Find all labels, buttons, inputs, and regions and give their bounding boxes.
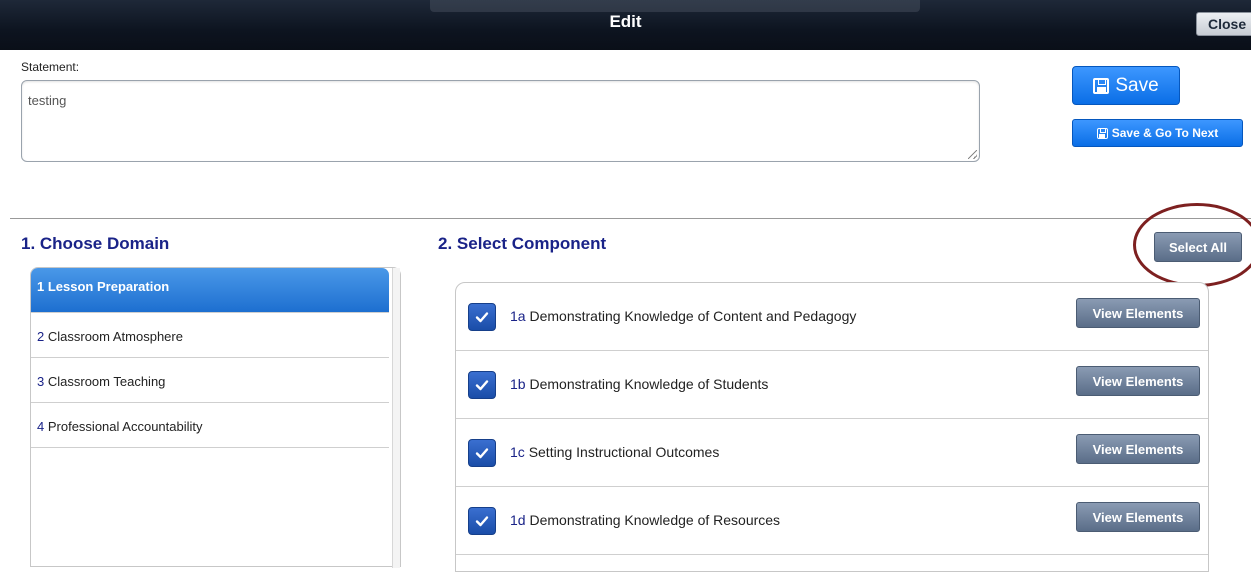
- close-button[interactable]: Close: [1196, 12, 1251, 36]
- domain-item-label: Professional Accountability: [47, 419, 203, 434]
- domain-item-classroom-atmosphere[interactable]: 2 Classroom Atmosphere: [31, 313, 389, 358]
- domain-item-label: Lesson Preparation: [47, 279, 170, 294]
- resize-grip-icon[interactable]: [968, 150, 977, 159]
- component-row-1a: 1a Demonstrating Knowledge of Content an…: [456, 283, 1208, 351]
- domain-list-scrollbar[interactable]: [392, 268, 400, 568]
- component-label[interactable]: 1d Demonstrating Knowledge of Resources: [510, 512, 780, 528]
- select-all-button[interactable]: Select All: [1154, 232, 1242, 262]
- statement-label: Statement:: [21, 60, 80, 74]
- domain-item-label: Classroom Atmosphere: [47, 329, 183, 344]
- component-list: 1a Demonstrating Knowledge of Content an…: [455, 282, 1209, 572]
- checkmark-icon: [475, 312, 489, 323]
- domain-list: 1 Lesson Preparation 2 Classroom Atmosph…: [30, 267, 401, 568]
- component-code: 1a: [510, 308, 526, 324]
- component-checkbox[interactable]: [468, 507, 496, 535]
- component-title: Demonstrating Knowledge of Students: [529, 376, 769, 392]
- component-label[interactable]: 1b Demonstrating Knowledge of Students: [510, 376, 768, 392]
- component-code: 1d: [510, 512, 526, 528]
- component-row-1d: 1d Demonstrating Knowledge of Resources …: [456, 487, 1208, 555]
- component-checkbox[interactable]: [468, 371, 496, 399]
- save-button-label: Save: [1115, 74, 1159, 96]
- component-row-1b: 1b Demonstrating Knowledge of Students V…: [456, 351, 1208, 419]
- component-title: Demonstrating Knowledge of Resources: [529, 512, 781, 528]
- section-divider: [10, 218, 1251, 219]
- statement-textarea[interactable]: testing: [21, 80, 980, 162]
- component-code: 1c: [510, 444, 525, 460]
- view-elements-button[interactable]: View Elements: [1076, 298, 1200, 328]
- view-elements-button[interactable]: View Elements: [1076, 366, 1200, 396]
- component-code: 1b: [510, 376, 526, 392]
- save-next-button-label: Save & Go To Next: [1111, 126, 1219, 140]
- component-row-1c: 1c Setting Instructional Outcomes View E…: [456, 419, 1208, 487]
- domain-item-classroom-teaching[interactable]: 3 Classroom Teaching: [31, 358, 389, 403]
- save-button[interactable]: Save: [1072, 66, 1180, 105]
- statement-value: testing: [28, 93, 67, 108]
- checkmark-icon: [475, 448, 489, 459]
- component-title: Demonstrating Knowledge of Content and P…: [529, 308, 857, 324]
- component-label[interactable]: 1c Setting Instructional Outcomes: [510, 444, 719, 460]
- choose-domain-heading: 1. Choose Domain: [21, 234, 170, 253]
- component-label[interactable]: 1a Demonstrating Knowledge of Content an…: [510, 308, 856, 324]
- save-and-go-to-next-button[interactable]: Save & Go To Next: [1072, 119, 1243, 147]
- component-title: Setting Instructional Outcomes: [528, 444, 720, 460]
- view-elements-button[interactable]: View Elements: [1076, 502, 1200, 532]
- dialog-title: Edit: [609, 12, 642, 31]
- component-checkbox[interactable]: [468, 303, 496, 331]
- domain-item-number: 3: [37, 374, 45, 389]
- domain-item-label: Classroom Teaching: [47, 374, 166, 389]
- view-elements-button[interactable]: View Elements: [1076, 434, 1200, 464]
- component-checkbox[interactable]: [468, 439, 496, 467]
- select-component-heading: 2. Select Component: [438, 234, 607, 253]
- domain-item-number: 1: [37, 279, 45, 294]
- checkmark-icon: [475, 380, 489, 391]
- titlebar-background-ghost: [430, 0, 920, 12]
- domain-item-number: 4: [37, 419, 45, 434]
- domain-item-number: 2: [37, 329, 45, 344]
- floppy-disk-icon: [1096, 127, 1108, 139]
- dialog-titlebar: Edit Close: [0, 0, 1251, 50]
- domain-item-professional-accountability[interactable]: 4 Professional Accountability: [31, 403, 389, 448]
- domain-item-lesson-preparation[interactable]: 1 Lesson Preparation: [31, 268, 389, 313]
- checkmark-icon: [475, 516, 489, 527]
- floppy-disk-icon: [1093, 77, 1110, 94]
